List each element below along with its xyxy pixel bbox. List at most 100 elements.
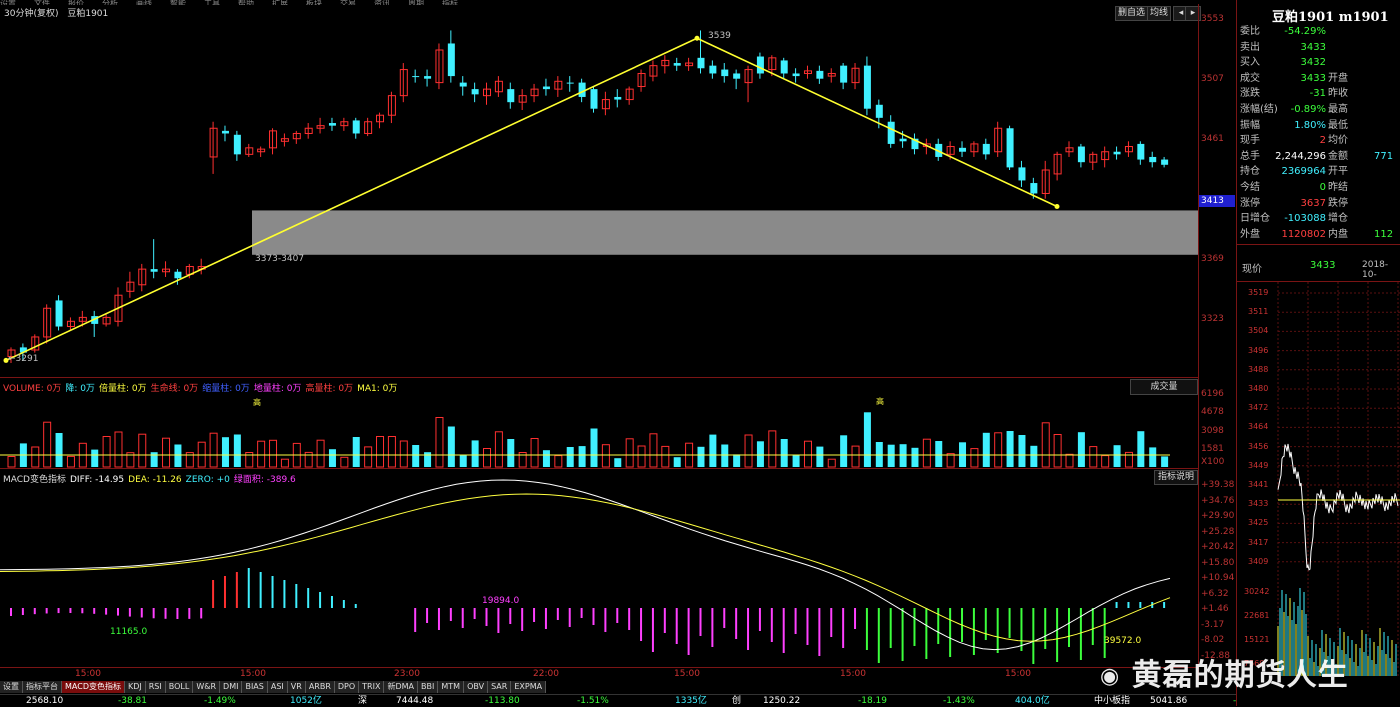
- weibo-icon: ◉: [1100, 664, 1121, 689]
- indicator-help-button[interactable]: 指标说明: [1154, 470, 1198, 485]
- tab-5[interactable]: BOLL: [165, 681, 194, 693]
- candle-body: [721, 69, 729, 77]
- status-item: -18.19: [858, 696, 888, 706]
- tab-16[interactable]: MTM: [438, 681, 465, 693]
- mini-price-tick: 3449: [1248, 460, 1269, 470]
- candle-body: [471, 89, 479, 95]
- volume-bar: [887, 444, 895, 467]
- candle-body: [756, 56, 764, 74]
- volume-bar: [697, 446, 705, 467]
- tab-11[interactable]: ARBR: [305, 681, 335, 693]
- tab-4[interactable]: RSI: [145, 681, 166, 693]
- tab-2[interactable]: MACD变色指标: [62, 681, 125, 693]
- vol-field: 地量柱: 0万: [253, 384, 302, 394]
- tab-10[interactable]: VR: [287, 681, 306, 693]
- tab-0[interactable]: 设置: [0, 681, 23, 693]
- tab-6[interactable]: W&R: [193, 681, 221, 693]
- price-tick: 3553: [1201, 14, 1224, 24]
- tab-13[interactable]: TRIX: [359, 681, 385, 693]
- volume-bar: [542, 450, 550, 467]
- volume-bar: [911, 447, 919, 467]
- trend-point: [694, 35, 700, 41]
- volume-bar: [1053, 434, 1062, 468]
- tab-18[interactable]: SAR: [488, 681, 512, 693]
- vol-tick: 6196: [1201, 389, 1224, 399]
- chart-canvas[interactable]: [0, 0, 1236, 694]
- quote-label: 今结: [1240, 182, 1260, 193]
- volume-bar: [899, 444, 907, 467]
- trend-line: [5, 37, 698, 362]
- tab-3[interactable]: KDJ: [124, 681, 146, 693]
- candle-body: [1030, 183, 1038, 194]
- mini-price-tick: 3488: [1248, 364, 1269, 374]
- volume-bar: [935, 441, 943, 467]
- pane-divider: [0, 377, 1198, 378]
- macd-field: DEA: -11.26: [128, 475, 182, 485]
- status-item: 创: [732, 696, 742, 706]
- mini-price-tick: 3519: [1248, 288, 1269, 297]
- volume-header: VOLUME: 0万 降: 0万 倍量柱: 0万 生命线: 0万 缩量柱: 0万 地量柱:…: [3, 381, 401, 394]
- quote-label: 金额: [1328, 150, 1348, 162]
- quote-row: 买入 3432: [1240, 55, 1400, 70]
- tab-12[interactable]: DPO: [334, 681, 360, 693]
- tab-17[interactable]: OBV: [464, 681, 489, 693]
- volume-bar: [43, 421, 52, 468]
- mini-vol-tick: 30242: [1244, 587, 1270, 596]
- volume-bar: [221, 437, 229, 467]
- candle-body: [887, 121, 895, 144]
- candle-body: [566, 82, 574, 84]
- high-volume-marker: 高: [876, 397, 884, 406]
- now-price-label: 现价: [1242, 264, 1262, 275]
- volume-bar: [851, 445, 860, 468]
- candle-body: [424, 76, 432, 79]
- macd-tick: -3.17: [1201, 619, 1225, 630]
- quote-title: 豆粕1901 m1901: [1272, 10, 1389, 25]
- quote-label: 昨结: [1328, 182, 1348, 193]
- tab-15[interactable]: BBI: [418, 681, 439, 693]
- status-item: 2568.10: [26, 696, 64, 706]
- candle-body: [792, 73, 800, 77]
- indicator-tabs[interactable]: 设置 指标平台 MACD变色指标 KDJ RSI BOLL W&R DMI BIAS ASI VR A…: [0, 681, 547, 693]
- volume-indicator-button[interactable]: 成交量: [1130, 379, 1198, 395]
- candle-body: [697, 57, 705, 69]
- vol-field: MA1: 0万: [357, 384, 398, 394]
- vol-tick: 3098: [1201, 426, 1224, 436]
- volume-bar: [209, 432, 218, 468]
- volume-bar: [376, 436, 385, 468]
- candle-body: [459, 82, 467, 87]
- macd-tick: +34.76: [1201, 495, 1235, 506]
- macd-tick: -8.02: [1201, 635, 1225, 645]
- tab-14[interactable]: 新DMA: [384, 681, 419, 693]
- volume-bar: [709, 434, 717, 467]
- volume-bar: [637, 445, 646, 468]
- quote-label: 开盘: [1328, 72, 1348, 84]
- volume-bar: [424, 452, 432, 467]
- volume-bar: [55, 433, 63, 467]
- quote-value: 3432: [1300, 57, 1326, 69]
- quote-label: 增仓: [1328, 213, 1348, 225]
- candle-body: [55, 300, 63, 327]
- volume-bar: [399, 440, 408, 468]
- volume-bar: [150, 452, 158, 467]
- volume-bar: [233, 434, 241, 467]
- volume-bar: [625, 438, 634, 468]
- macd-note: 39572.0: [1104, 636, 1142, 646]
- volume-bar: [340, 456, 349, 468]
- status-item: 1052亿: [290, 696, 322, 706]
- candle-body: [578, 82, 586, 97]
- tab-8[interactable]: BIAS: [242, 681, 268, 693]
- quote-label: 跌停: [1328, 197, 1348, 209]
- tab-1[interactable]: 指标平台: [23, 681, 62, 693]
- volume-bar: [673, 457, 681, 467]
- tab-9[interactable]: ASI: [267, 681, 288, 693]
- candle-body: [863, 65, 871, 109]
- candle-body: [352, 120, 360, 134]
- mini-price-tick: 3480: [1248, 384, 1269, 393]
- time-label: 15:00: [674, 669, 700, 679]
- tab-19[interactable]: EXPMA: [511, 681, 547, 693]
- quote-row: 成交 3433 开盘: [1240, 71, 1400, 86]
- tab-7[interactable]: DMI: [220, 681, 243, 693]
- quote-label: 委比: [1240, 26, 1260, 37]
- volume-bar: [328, 449, 336, 467]
- mini-vol-tick: 22681: [1244, 611, 1270, 620]
